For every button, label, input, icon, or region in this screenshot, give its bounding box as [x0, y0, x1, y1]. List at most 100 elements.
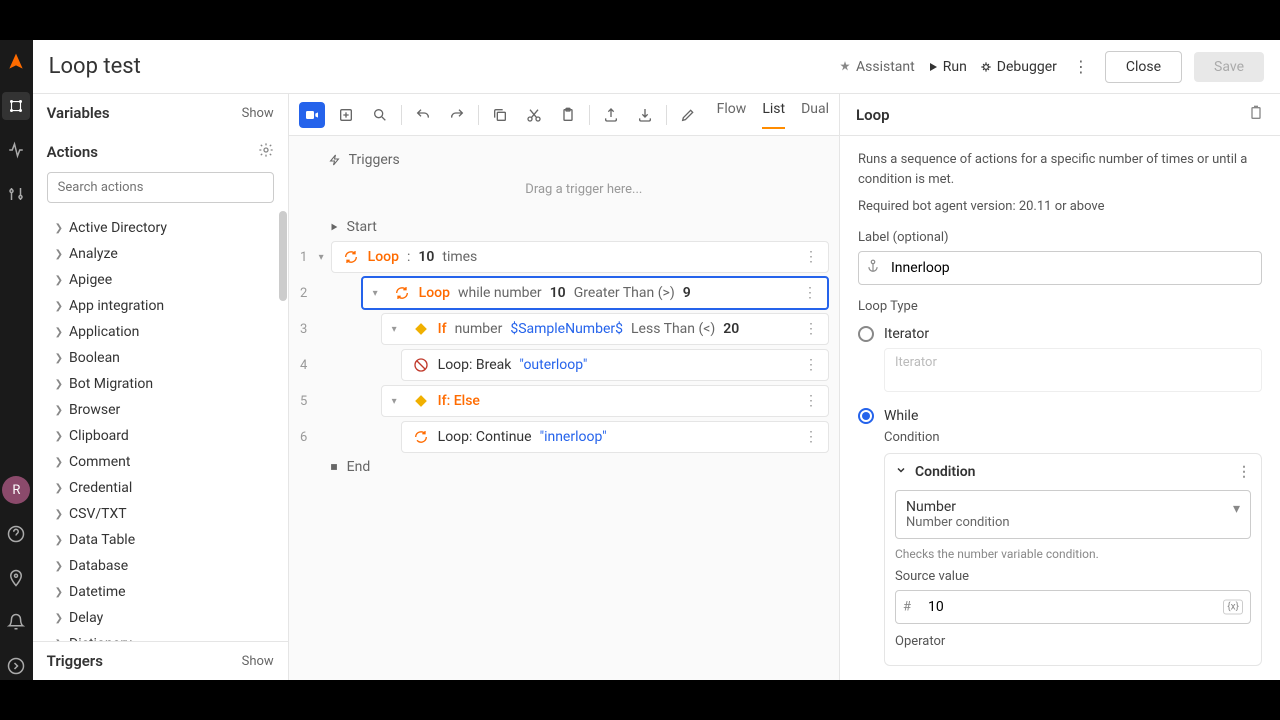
chevron-down-icon[interactable] [895, 464, 907, 480]
radio-iterator[interactable]: Iterator [858, 320, 1262, 348]
step-loop-1[interactable]: Loop: 10 times ⋮ [331, 241, 829, 273]
run-button[interactable]: Run [927, 59, 967, 75]
anchor-icon [866, 259, 880, 277]
view-tab-dual[interactable]: Dual [801, 101, 829, 129]
action-item[interactable]: ❯Boolean [33, 345, 288, 371]
export-icon[interactable] [598, 102, 624, 128]
step-loop-2[interactable]: ▾ Loop while number 10 Greater Than (>) … [361, 276, 829, 310]
variable-picker-icon[interactable]: {x} [1223, 600, 1243, 615]
step-menu-icon[interactable]: ⋮ [804, 321, 818, 337]
if-icon [412, 392, 430, 410]
nav-item-3[interactable] [2, 180, 30, 208]
loop-icon [393, 284, 411, 302]
action-item[interactable]: ❯Database [33, 553, 288, 579]
step-menu-icon[interactable]: ⋮ [804, 249, 818, 265]
action-item[interactable]: ❯Data Table [33, 527, 288, 553]
help-icon[interactable] [2, 520, 30, 548]
props-title: Loop [856, 106, 890, 124]
condition-label: Condition [884, 430, 1262, 445]
target-icon[interactable] [333, 102, 359, 128]
condition-menu-icon[interactable]: ⋮ [1237, 464, 1251, 480]
redo-icon[interactable] [444, 102, 470, 128]
record-icon[interactable] [299, 102, 325, 128]
collapse-icon[interactable]: ▾ [392, 324, 404, 335]
debugger-button[interactable]: Debugger [979, 59, 1057, 75]
collapse-icon[interactable]: ▾ [392, 396, 404, 407]
action-item[interactable]: ❯Application [33, 319, 288, 345]
action-item[interactable]: ❯Analyze [33, 241, 288, 267]
step-menu-icon[interactable]: ⋮ [803, 285, 817, 301]
line-number: 4 [289, 358, 319, 373]
variables-header: Variables Show [33, 94, 288, 132]
trigger-drop-zone[interactable]: Drag a trigger here... [329, 172, 839, 207]
variables-show[interactable]: Show [242, 106, 274, 121]
loop-type-label: Loop Type [858, 299, 1262, 314]
edit-icon[interactable] [675, 102, 701, 128]
copy-icon[interactable] [487, 102, 513, 128]
action-item[interactable]: ❯Dictionary [33, 631, 288, 641]
actions-settings-icon[interactable] [258, 142, 274, 162]
action-item[interactable]: ❯Datetime [33, 579, 288, 605]
condition-type-select[interactable]: Number Number condition ▾ [895, 490, 1251, 539]
cut-icon[interactable] [521, 102, 547, 128]
collapse-icon[interactable]: ▾ [373, 288, 385, 299]
location-icon[interactable] [2, 564, 30, 592]
radio-while[interactable]: While [858, 402, 1262, 430]
step-menu-icon[interactable]: ⋮ [804, 357, 818, 373]
action-item[interactable]: ❯Clipboard [33, 423, 288, 449]
step-continue[interactable]: Loop: Continue "innerloop" ⋮ [401, 421, 829, 453]
assistant-button[interactable]: Assistant [838, 59, 915, 75]
import-icon[interactable] [632, 102, 658, 128]
action-item[interactable]: ❯Bot Migration [33, 371, 288, 397]
action-item[interactable]: ❯App integration [33, 293, 288, 319]
iterator-select: Iterator [884, 348, 1262, 392]
break-icon [412, 356, 430, 374]
search-actions-input[interactable] [47, 172, 274, 203]
bell-icon[interactable] [2, 608, 30, 636]
step-menu-icon[interactable]: ⋮ [804, 429, 818, 445]
action-item[interactable]: ❯Comment [33, 449, 288, 475]
nav-item-2[interactable] [2, 136, 30, 164]
properties-panel: Loop Runs a sequence of actions for a sp… [840, 94, 1280, 680]
top-bar: Loop test Assistant Run Debugger ⋮ Close… [33, 40, 1280, 94]
continue-icon [412, 428, 430, 446]
collapse-icon[interactable]: ▾ [319, 252, 331, 263]
action-item[interactable]: ❯Apigee [33, 267, 288, 293]
triggers-block[interactable]: Triggers [329, 148, 839, 172]
start-marker: Start [289, 215, 839, 239]
flow-editor: Triggers Drag a trigger here... Start 1 … [289, 136, 839, 680]
scrollbar-thumb[interactable] [279, 211, 287, 301]
triggers-show[interactable]: Show [242, 654, 274, 669]
view-tab-list[interactable]: List [762, 101, 785, 129]
action-item[interactable]: ❯Delay [33, 605, 288, 631]
action-item[interactable]: ❯Active Directory [33, 215, 288, 241]
label-field-label: Label (optional) [858, 230, 1262, 245]
user-avatar[interactable]: R [2, 476, 30, 504]
undo-icon[interactable] [410, 102, 436, 128]
step-menu-icon[interactable]: ⋮ [804, 393, 818, 409]
triggers-header: Triggers Show [33, 641, 288, 680]
action-item[interactable]: ❯Credential [33, 475, 288, 501]
left-nav-bar: R [0, 40, 33, 680]
step-if[interactable]: ▾ If number $SampleNumber$ Less Than (<)… [381, 313, 829, 345]
line-number: 2 [289, 286, 319, 301]
save-button[interactable]: Save [1194, 52, 1264, 82]
condition-hint: Checks the number variable condition. [895, 547, 1251, 561]
action-item[interactable]: ❯Browser [33, 397, 288, 423]
step-else[interactable]: ▾ If: Else ⋮ [381, 385, 829, 417]
page-title: Loop test [49, 54, 826, 79]
expand-icon[interactable] [2, 652, 30, 680]
action-item[interactable]: ❯CSV/TXT [33, 501, 288, 527]
condition-card: Condition ⋮ Number Number condition ▾ Ch… [884, 453, 1262, 666]
label-input[interactable] [858, 251, 1262, 285]
step-break[interactable]: Loop: Break "outerloop" ⋮ [401, 349, 829, 381]
close-button[interactable]: Close [1105, 51, 1182, 83]
source-value-input[interactable] [895, 590, 1251, 624]
operator-label: Operator [895, 634, 1251, 649]
view-tab-flow[interactable]: Flow [717, 101, 747, 129]
paste-icon[interactable] [555, 102, 581, 128]
search-icon[interactable] [367, 102, 393, 128]
props-copy-icon[interactable] [1248, 105, 1264, 125]
nav-item-1[interactable] [2, 92, 30, 120]
more-menu[interactable]: ⋮ [1069, 53, 1093, 80]
